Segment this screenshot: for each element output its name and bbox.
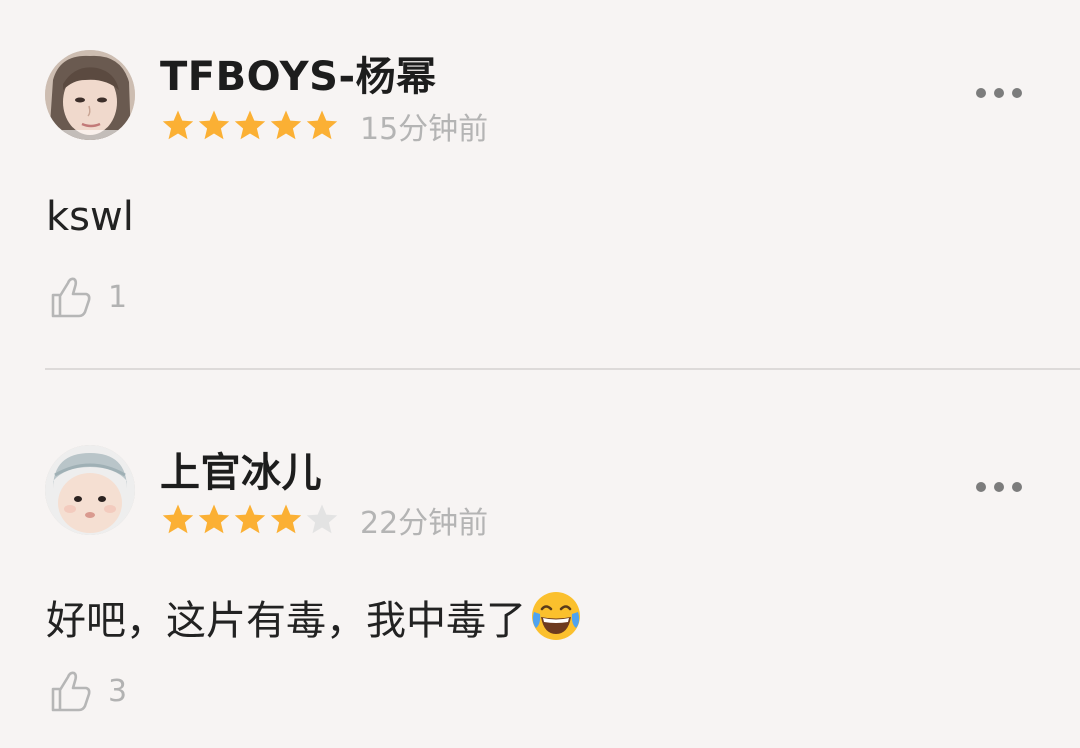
thumbs-up-icon xyxy=(50,275,92,319)
like-button[interactable]: 3 xyxy=(50,668,127,714)
more-horizontal-icon[interactable] xyxy=(976,86,1022,100)
star-icon xyxy=(160,108,196,144)
star-icon xyxy=(196,108,232,144)
comment-item: TFBOYS-杨幂 15分钟前 kswl 1 xyxy=(0,0,1080,368)
username[interactable]: 上官冰儿 xyxy=(160,440,322,498)
username[interactable]: TFBOYS-杨幂 xyxy=(160,44,437,102)
tears-of-joy-emoji xyxy=(530,590,582,642)
comment-text: kswl xyxy=(46,194,134,240)
avatar[interactable] xyxy=(45,445,135,535)
comment-text: 好吧，这片有毒，我中毒了 xyxy=(46,588,582,646)
star-icon xyxy=(232,108,268,144)
like-button[interactable]: 1 xyxy=(50,274,127,320)
star-empty-icon xyxy=(304,502,340,538)
star-icon xyxy=(268,108,304,144)
star-rating: 15分钟前 xyxy=(160,106,489,147)
avatar[interactable] xyxy=(45,50,135,140)
timestamp: 22分钟前 xyxy=(360,506,489,541)
star-icon xyxy=(304,108,340,144)
star-rating: 22分钟前 xyxy=(160,500,489,541)
star-icon xyxy=(160,502,196,538)
like-count: 1 xyxy=(108,279,128,315)
like-count: 3 xyxy=(108,673,128,709)
comment-text-body: 好吧，这片有毒，我中毒了 xyxy=(46,598,526,644)
star-icon xyxy=(268,502,304,538)
thumbs-up-icon xyxy=(50,669,92,713)
more-horizontal-icon[interactable] xyxy=(976,480,1022,494)
star-icon xyxy=(196,502,232,538)
star-icon xyxy=(232,502,268,538)
comment-item: 上官冰儿 22分钟前 好吧，这片有毒，我中毒了 3 xyxy=(0,370,1080,748)
timestamp: 15分钟前 xyxy=(360,112,489,147)
